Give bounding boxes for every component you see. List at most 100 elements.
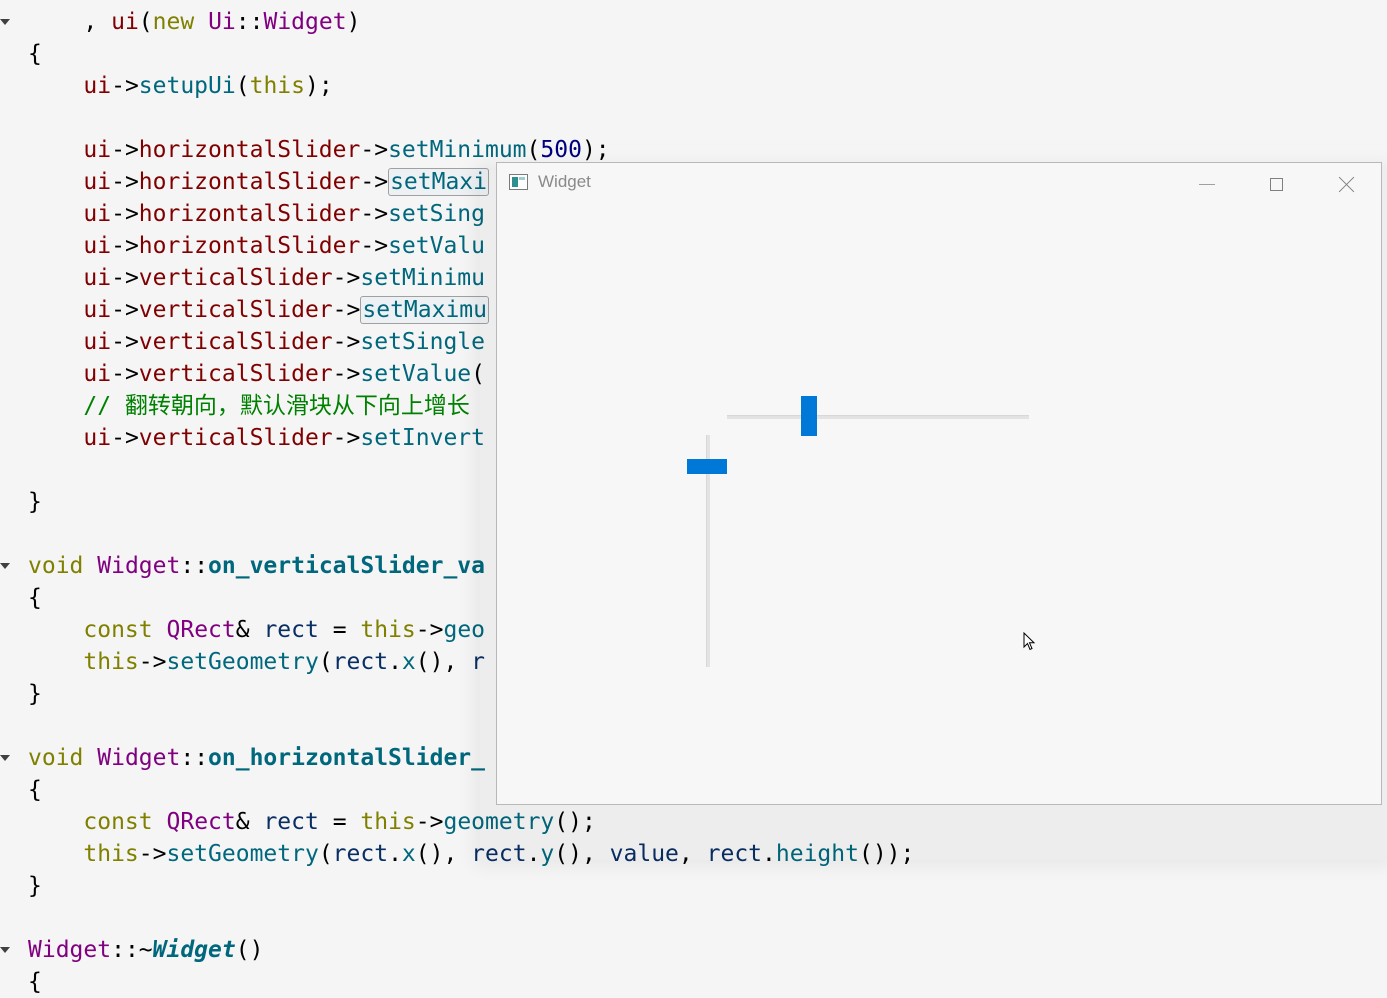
code-token: Widget — [28, 937, 112, 963]
code-token: verticalSlider — [138, 425, 333, 451]
fold-arrow-icon[interactable] — [0, 947, 10, 953]
code-token: ui — [83, 329, 112, 355]
window-title: Widget — [538, 172, 591, 191]
code-token: -> — [111, 265, 139, 291]
code-token: { — [28, 777, 42, 803]
minimize-button[interactable] — [1177, 163, 1237, 205]
code-token: } — [28, 873, 42, 899]
horizontal-slider-handle[interactable] — [801, 396, 818, 436]
code-token: setMaximu — [360, 296, 489, 324]
title-bar[interactable]: Widget — [497, 163, 1381, 205]
code-token: ::~ — [111, 937, 153, 963]
code-token: rect — [263, 809, 319, 835]
vertical-slider-handle[interactable] — [687, 458, 727, 474]
code-token: -> — [332, 297, 361, 323]
code-token: = — [318, 617, 361, 643]
code-token: ); — [304, 73, 333, 99]
code-text: } — [28, 486, 42, 518]
code-token: this — [360, 617, 416, 643]
fold-arrow-icon[interactable] — [0, 19, 10, 25]
code-text: const QRect& rect = this->geo — [28, 614, 485, 646]
code-token: -> — [111, 201, 139, 227]
close-button[interactable] — [1317, 163, 1377, 205]
code-text: { — [28, 38, 42, 70]
code-token: { — [28, 969, 42, 995]
code-token: this — [83, 649, 139, 675]
code-token: this — [360, 809, 416, 835]
code-token: (), — [415, 841, 472, 867]
close-icon — [1339, 176, 1355, 192]
code-text: { — [28, 966, 42, 998]
code-token: Widget — [263, 9, 347, 35]
code-token: . — [388, 841, 402, 867]
code-token: -> — [415, 617, 444, 643]
code-token: const — [83, 809, 153, 835]
code-token: ui — [83, 201, 112, 227]
code-token: ui — [83, 137, 112, 163]
app-icon — [509, 174, 528, 190]
code-token: ui — [111, 9, 139, 35]
code-token: ( — [235, 73, 250, 99]
code-text: } — [28, 870, 42, 902]
code-token: :: — [180, 553, 209, 579]
code-text: ui->horizontalSlider->setValu — [28, 230, 485, 262]
code-token: } — [28, 681, 42, 707]
code-token: rect — [332, 841, 389, 867]
code-token: horizontalSlider — [138, 201, 361, 227]
code-token: verticalSlider — [138, 297, 333, 323]
code-token: -> — [360, 233, 389, 259]
code-token: setGeometry — [166, 649, 319, 675]
code-token: ( — [318, 841, 333, 867]
code-text: { — [28, 582, 42, 614]
code-token: setSing — [388, 201, 485, 227]
code-token: QRect — [166, 617, 236, 643]
code-text: ui->horizontalSlider->setSing — [28, 198, 485, 230]
minimize-icon — [1199, 183, 1215, 185]
code-token: x — [401, 841, 416, 867]
code-text: , ui(new Ui::Widget) — [28, 6, 360, 38]
code-text: ui->verticalSlider->setValue( — [28, 358, 485, 390]
maximize-icon — [1269, 177, 1283, 191]
code-token: on_verticalSlider_va — [208, 553, 485, 579]
code-token: rect — [263, 617, 319, 643]
code-token: :: — [235, 9, 264, 35]
code-token: -> — [332, 361, 361, 387]
code-token: -> — [332, 329, 361, 355]
code-token: 500 — [540, 137, 582, 163]
code-text: this->setGeometry(rect.x(), r — [28, 646, 485, 678]
code-token: this — [249, 73, 305, 99]
code-token: -> — [332, 265, 361, 291]
code-token: & — [235, 617, 264, 643]
widget-window[interactable]: Widget — [496, 162, 1382, 805]
code-token: -> — [111, 169, 139, 195]
code-token: on_horizontalSlider_ — [208, 745, 485, 771]
code-token: } — [28, 489, 42, 515]
horizontal-slider-track[interactable] — [727, 415, 1029, 419]
code-token: . — [388, 649, 402, 675]
fold-arrow-icon[interactable] — [0, 755, 10, 761]
code-text: ui->horizontalSlider->setMaxi — [28, 166, 489, 198]
code-token: { — [28, 585, 42, 611]
code-token: void — [28, 745, 84, 771]
code-token: ui — [83, 169, 112, 195]
code-token: { — [28, 41, 42, 67]
code-token: ) — [346, 9, 361, 35]
code-token: ui — [83, 297, 112, 323]
code-text: void Widget::on_horizontalSlider_ — [28, 742, 485, 774]
maximize-button[interactable] — [1246, 163, 1306, 205]
fold-arrow-icon[interactable] — [0, 563, 10, 569]
